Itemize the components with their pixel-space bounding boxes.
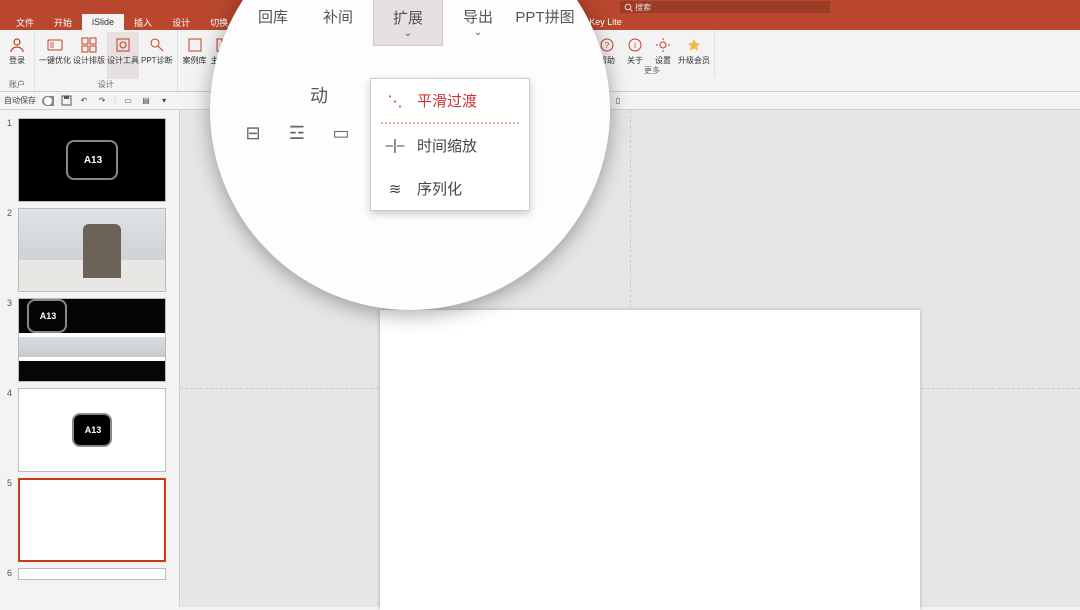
svg-text:i: i [634,41,636,50]
autosave-label: 自动保存 [4,95,36,106]
redo-icon[interactable]: ↷ [96,95,108,107]
diagnose-button[interactable]: PPT诊断 [141,32,173,79]
oneclick-button[interactable]: 一键优化 [39,32,71,79]
qat-tool-2[interactable]: ▤ [140,95,152,107]
merge-button[interactable]: PPT拼图 [513,0,577,46]
settings-button[interactable]: 设置 [650,32,676,65]
layout-button[interactable]: 设计排版 [73,32,105,79]
slide-canvas[interactable] [380,310,920,610]
qat-bar[interactable]: ▯ [612,95,624,107]
login-button[interactable]: 登录 [4,32,30,79]
upgrade-button[interactable]: 升级会员 [678,32,710,65]
thumbnail-scrollbar[interactable] [169,112,177,152]
thumb-2[interactable]: 2⋆ [4,208,179,292]
qat-tool-3[interactable]: ▾ [158,95,170,107]
mini-tool-1[interactable]: ⊟ [240,122,266,144]
undo-icon[interactable]: ↶ [78,95,90,107]
tween-button[interactable]: 补间 [303,0,373,46]
zoom-lens: 帮助 Acrobat 回库 补间 扩展⌄ 导出⌄ PPT拼图 动 ⊟ ☲ ▭ ⌑… [210,0,610,310]
tab-insert[interactable]: 插入 [124,14,162,30]
autosave-toggle[interactable] [42,95,54,107]
extend-button[interactable]: 扩展⌄ [373,0,443,46]
mini-tool-2[interactable]: ☲ [284,122,310,144]
thumb-1[interactable]: 1⋆A13 [4,118,179,202]
qat-tool-1[interactable]: ▭ [122,95,134,107]
tab-home[interactable]: 开始 [44,14,82,30]
dots-icon: ⋱ [385,92,405,110]
save-icon[interactable] [60,95,72,107]
mini-tool-3[interactable]: ▭ [328,122,354,144]
layers-icon: ≋ [385,180,405,198]
tab-design[interactable]: 设计 [162,14,200,30]
dd-smooth-transition[interactable]: ⋱平滑过渡 [371,79,529,122]
tab-file[interactable]: 文件 [6,14,44,30]
time-icon: ⎯|⎯ [385,137,405,154]
zoom-section-label: 动 [310,82,328,108]
tab-islide[interactable]: iSlide [82,14,124,30]
dd-time-zoom[interactable]: ⎯|⎯时间缩放 [371,124,529,167]
thumb-6[interactable]: 6 [4,568,179,580]
thumb-3[interactable]: 3A13 [4,298,179,382]
libs-button[interactable]: 回库 [243,0,303,46]
extend-dropdown: ⋱平滑过渡 ⎯|⎯时间缩放 ≋序列化 [370,78,530,211]
about-button[interactable]: i关于 [622,32,648,65]
caselib-button[interactable]: 案例库 [182,32,208,79]
thumb-4[interactable]: 4⋆A13 [4,388,179,472]
search-box[interactable]: 搜索 [620,1,830,13]
thumb-5[interactable]: 5 [4,478,179,562]
dd-serialize[interactable]: ≋序列化 [371,167,529,210]
designtools-button[interactable]: 设计工具 [107,32,139,79]
search-placeholder: 搜索 [635,2,651,13]
slide-thumbnails: 1⋆A13 2⋆ 3A13 4⋆A13 5 6 [0,110,180,607]
export-button[interactable]: 导出⌄ [443,0,513,46]
